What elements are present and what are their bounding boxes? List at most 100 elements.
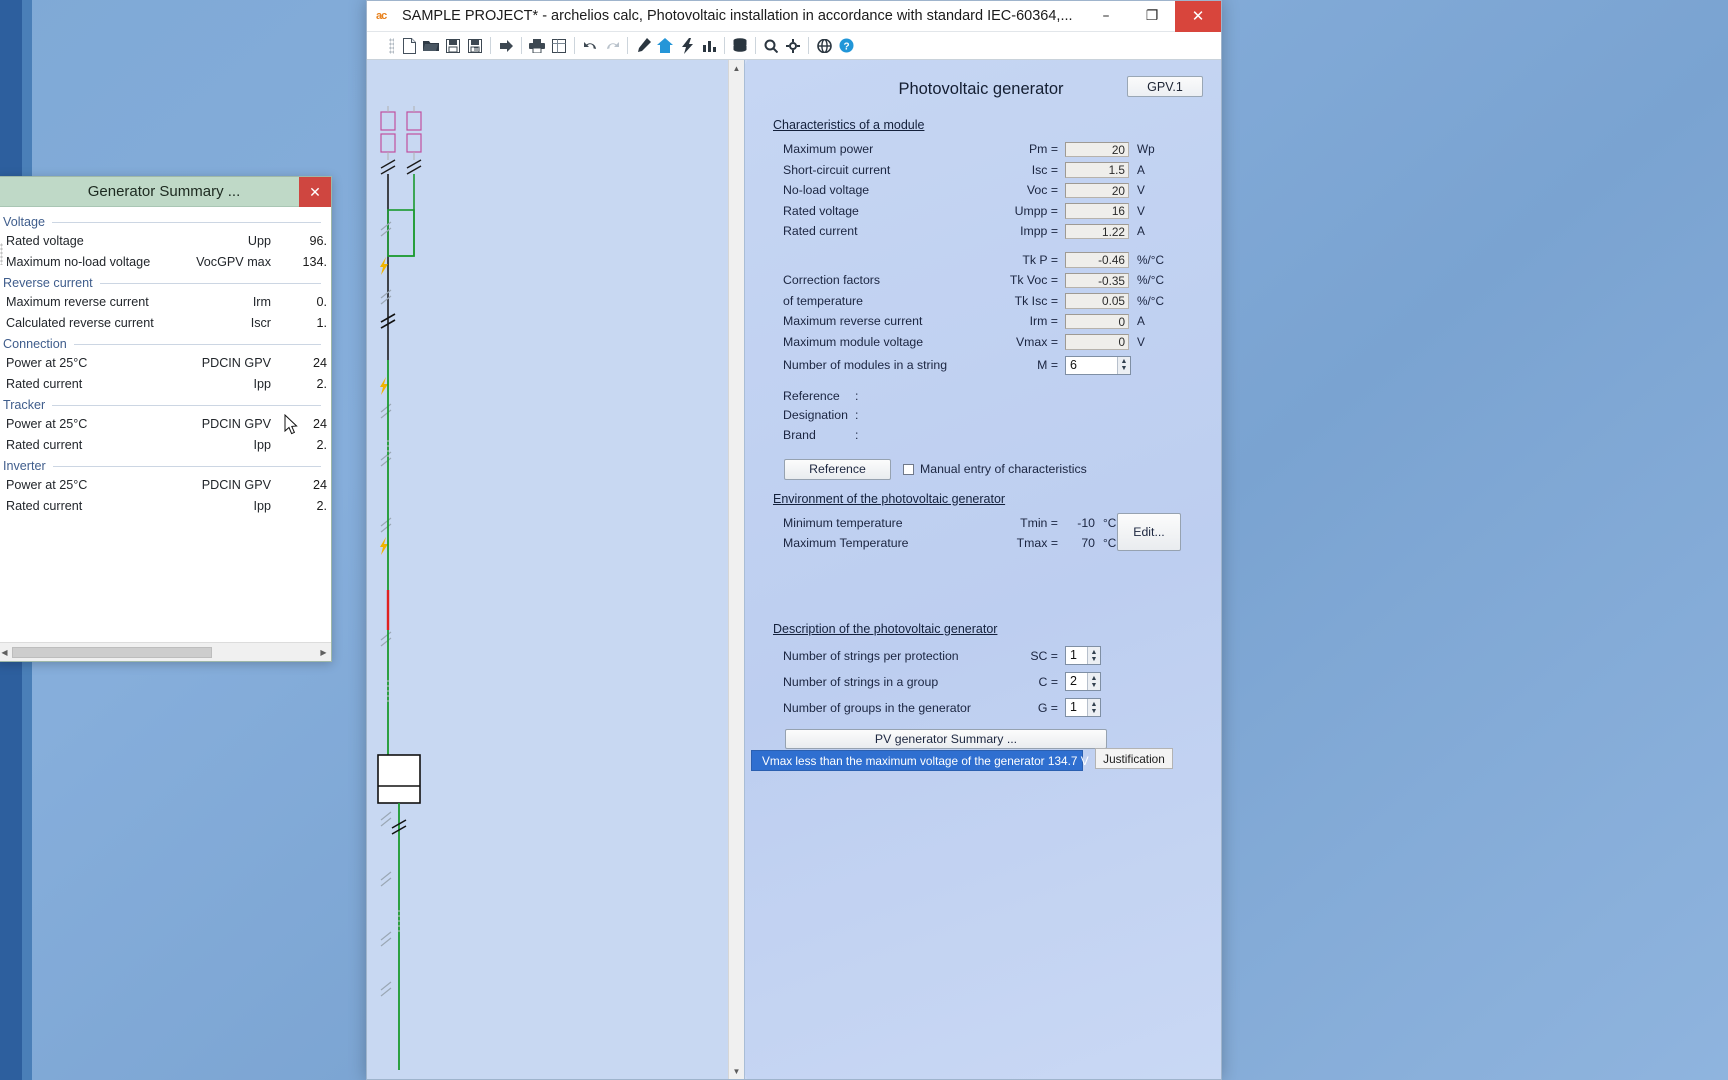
module-row-value[interactable]: 0: [1065, 334, 1129, 350]
globe-icon[interactable]: [813, 35, 835, 57]
summary-row-value: 2.: [316, 437, 327, 452]
toolbar-grip[interactable]: [389, 37, 394, 54]
pv-generator-summary-button[interactable]: PV generator Summary ...: [785, 728, 1107, 749]
redo-icon[interactable]: [601, 35, 623, 57]
print-preview-icon[interactable]: [548, 35, 570, 57]
module-row-value[interactable]: 0.05: [1065, 293, 1129, 309]
environment-label: Minimum temperature: [783, 515, 903, 530]
module-row-value[interactable]: -0.35: [1065, 272, 1129, 288]
manual-entry-checkbox[interactable]: [903, 463, 914, 475]
save-icon[interactable]: [442, 35, 464, 57]
home-icon[interactable]: [654, 35, 676, 57]
module-row-symbol: Isc =: [1031, 162, 1058, 177]
hscroll-thumb[interactable]: [12, 646, 212, 658]
hscroll-left-arrow[interactable]: ◀: [0, 648, 12, 657]
summary-row-symbol: Ipp: [253, 437, 271, 452]
scroll-up-arrow[interactable]: ▲: [729, 60, 744, 76]
description-stepper[interactable]: 1 ▲ ▼: [1065, 646, 1101, 665]
minimize-button[interactable]: –: [1083, 1, 1129, 32]
module-row-value[interactable]: 20: [1065, 182, 1129, 198]
schematic-canvas[interactable]: ▲ ▼: [367, 60, 745, 1079]
summary-row-value: 24: [312, 477, 327, 492]
print-icon[interactable]: [526, 35, 548, 57]
module-row-value[interactable]: 1.5: [1065, 162, 1129, 178]
summary-group-label: Reverse current: [3, 276, 93, 290]
summary-group-header: Voltage: [3, 215, 331, 229]
summary-row-name: Maximum no-load voltage: [6, 254, 151, 269]
toolbar-separator: [724, 37, 725, 54]
help-icon[interactable]: ?: [835, 35, 857, 57]
gpv-badge[interactable]: GPV.1: [1127, 76, 1203, 97]
summary-group-label: Connection: [3, 337, 67, 351]
environment-label: Maximum Temperature: [783, 536, 909, 551]
description-label: Number of strings per protection: [783, 648, 959, 663]
modules-in-string-stepper[interactable]: 6 ▲ ▼: [1065, 355, 1131, 375]
new-document-icon[interactable]: [398, 35, 420, 57]
title-bar[interactable]: ac SAMPLE PROJECT* - archelios calc, Pho…: [367, 0, 1221, 32]
summary-row: Rated current Ipp 2.: [0, 373, 331, 394]
chart-icon[interactable]: [698, 35, 720, 57]
justification-button[interactable]: Justification: [1095, 748, 1173, 769]
undo-icon[interactable]: [579, 35, 601, 57]
hscroll-right-arrow[interactable]: ▶: [316, 648, 331, 657]
edit-pencil-icon[interactable]: [632, 35, 654, 57]
summary-row: Power at 25°C PDCIN GPV 24: [0, 413, 331, 434]
settings-gear-icon[interactable]: [782, 35, 804, 57]
module-row-symbol: Tk P =: [1022, 252, 1058, 267]
maximize-button[interactable]: ❐: [1129, 1, 1175, 32]
toolbar-separator: [574, 37, 575, 54]
manual-entry-label: Manual entry of characteristics: [920, 462, 1087, 476]
summary-row: Rated current Ipp 2.: [0, 495, 331, 516]
close-button[interactable]: ✕: [1175, 0, 1221, 32]
reference-button[interactable]: Reference: [784, 458, 891, 480]
save-as-icon[interactable]: [464, 35, 486, 57]
generator-summary-vertical-scrollbar[interactable]: [323, 237, 331, 623]
import-icon[interactable]: [495, 35, 517, 57]
search-icon[interactable]: [760, 35, 782, 57]
module-row-value[interactable]: 0: [1065, 313, 1129, 329]
metadata-colon: :: [855, 427, 859, 442]
module-row-value[interactable]: -0.46: [1065, 252, 1129, 268]
spinner-arrows-icon[interactable]: ▲ ▼: [1117, 356, 1130, 374]
database-icon[interactable]: [729, 35, 751, 57]
spinner-arrows-icon[interactable]: ▲ ▼: [1087, 647, 1100, 664]
environment-value[interactable]: 70: [1065, 536, 1095, 550]
summary-row-name: Maximum reverse current: [6, 294, 149, 309]
warning-message: Vmax less than the maximum voltage of th…: [762, 753, 1089, 768]
canvas-vertical-scrollbar[interactable]: ▲ ▼: [728, 60, 744, 1079]
module-row-label: Rated voltage: [783, 203, 859, 218]
warning-status-bar[interactable]: Vmax less than the maximum voltage of th…: [751, 750, 1089, 771]
toolbar-separator: [755, 37, 756, 54]
module-row: Tk P = -0.46 %/°C: [759, 250, 1203, 271]
module-row-label: Maximum power: [783, 142, 874, 157]
description-stepper[interactable]: 1 ▲ ▼: [1065, 698, 1101, 717]
module-row-value[interactable]: 16: [1065, 203, 1129, 219]
summary-row-value: 24: [312, 355, 327, 370]
group-divider: [52, 404, 321, 406]
module-row-value[interactable]: 1.22: [1065, 223, 1129, 239]
module-row-value[interactable]: 20: [1065, 141, 1129, 157]
description-label: Number of strings in a group: [783, 674, 939, 689]
environment-value[interactable]: -10: [1065, 516, 1095, 530]
generator-summary-window: Generator Summary ... ✕ Voltage Rated vol…: [0, 176, 332, 662]
generator-summary-horizontal-scrollbar[interactable]: ◀ ▶: [0, 642, 331, 661]
resize-handle[interactable]: [0, 243, 3, 265]
module-row-symbol: Impp =: [1020, 224, 1058, 239]
summary-row: Maximum reverse current Irm 0.: [0, 291, 331, 312]
manual-entry-checkbox-row[interactable]: Manual entry of characteristics: [903, 462, 1087, 476]
generator-summary-title-bar[interactable]: Generator Summary ... ✕: [0, 177, 331, 207]
spinner-arrows-icon[interactable]: ▲ ▼: [1087, 699, 1100, 716]
group-divider: [73, 343, 321, 345]
module-row-label: of temperature: [783, 293, 863, 308]
edit-environment-button[interactable]: Edit...: [1117, 512, 1181, 551]
lightning-icon[interactable]: [676, 35, 698, 57]
generator-summary-close-button[interactable]: ✕: [299, 177, 331, 207]
summary-row-name: Power at 25°C: [6, 416, 88, 431]
open-folder-icon[interactable]: [420, 35, 442, 57]
module-characteristics-list: Maximum power Pm = 20 Wp Short-circuit curre…: [759, 139, 1203, 352]
description-stepper[interactable]: 2 ▲ ▼: [1065, 672, 1101, 691]
summary-row-value: 0.: [316, 294, 327, 309]
scroll-down-arrow[interactable]: ▼: [729, 1063, 744, 1079]
spinner-arrows-icon[interactable]: ▲ ▼: [1087, 673, 1100, 690]
summary-row-name: Power at 25°C: [6, 477, 88, 492]
